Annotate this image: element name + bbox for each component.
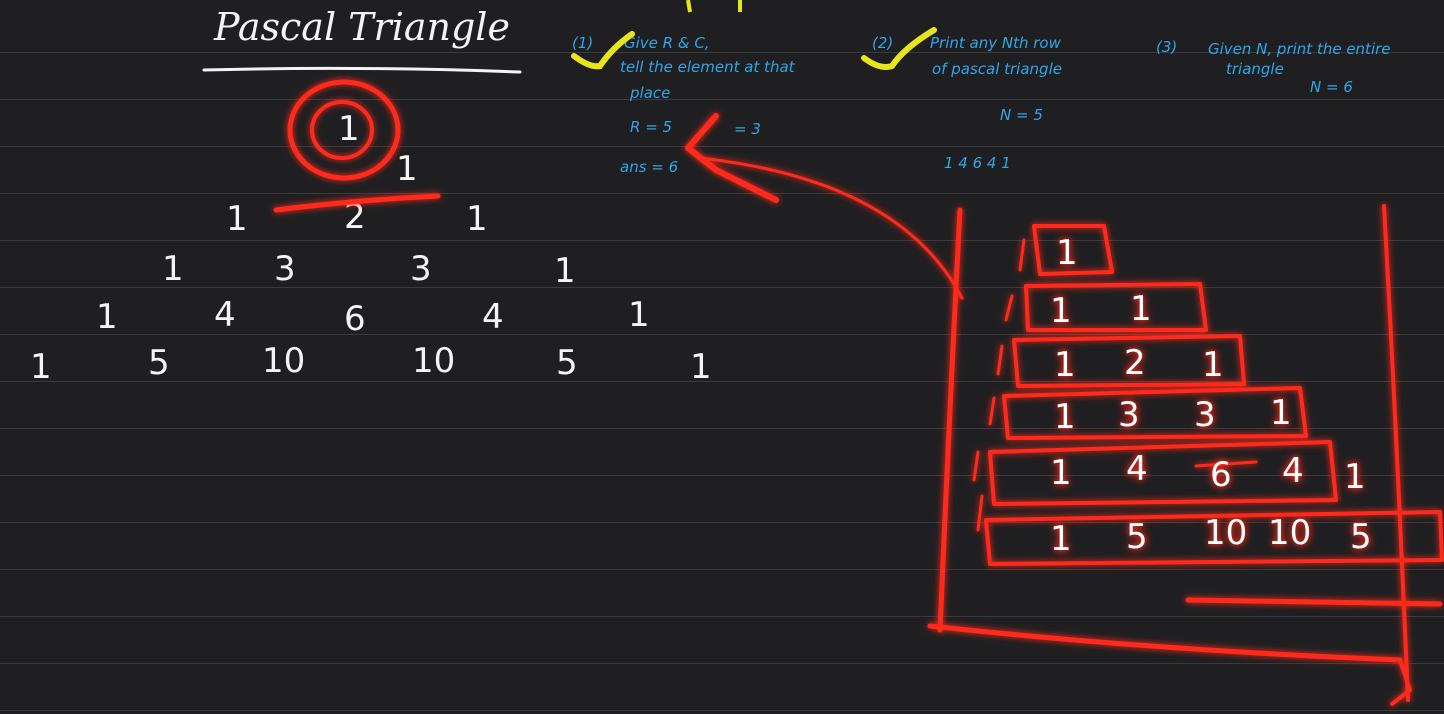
whiteboard-canvas: Pascal Triangle 1 1 1 2 1 1 3 3 1 1 4 6 …	[0, 0, 1444, 714]
annotation-strokes	[202, 0, 1444, 706]
red-underline	[273, 193, 441, 213]
frame-left	[937, 207, 963, 633]
box-r6-c5: 5	[1350, 517, 1372, 557]
box-r6-c4: 10	[1268, 513, 1312, 553]
box-r3-c2: 2	[1124, 343, 1146, 383]
box-r3-c3: 1	[1202, 345, 1224, 385]
box-r5-c5: 1	[1344, 457, 1366, 497]
box-r4-c3: 3	[1194, 395, 1216, 435]
frame-right	[1382, 204, 1410, 702]
box-row-4	[1002, 386, 1308, 440]
box-r4-c1: 1	[1054, 397, 1076, 437]
box-r5-c1: 1	[1050, 453, 1072, 493]
check-icon	[861, 27, 937, 70]
box-r2-c1: 1	[1050, 291, 1072, 331]
frame-bottom	[927, 623, 1403, 663]
box-r6-c1: 1	[1050, 519, 1072, 559]
box-r2-c2: 1	[1130, 289, 1152, 329]
highlight-circle-inner	[310, 100, 374, 160]
box-r3-c1: 1	[1054, 345, 1076, 385]
arrow-head	[685, 113, 779, 203]
check-icon	[571, 31, 635, 70]
box-r1-c1: 1	[1056, 233, 1078, 273]
box-r6-c3: 10	[1204, 513, 1248, 553]
box-r4-c4: 1	[1270, 393, 1292, 433]
title-underline	[202, 66, 522, 74]
box-r6-c2: 5	[1126, 517, 1148, 557]
highlight-circle	[287, 79, 401, 181]
box-r5-c2: 4	[1126, 449, 1148, 489]
arrow-marks	[686, 0, 742, 13]
box-r4-c2: 3	[1118, 395, 1140, 435]
box-r5-c4: 4	[1282, 451, 1304, 491]
box-r5-c3: 6	[1210, 455, 1232, 495]
